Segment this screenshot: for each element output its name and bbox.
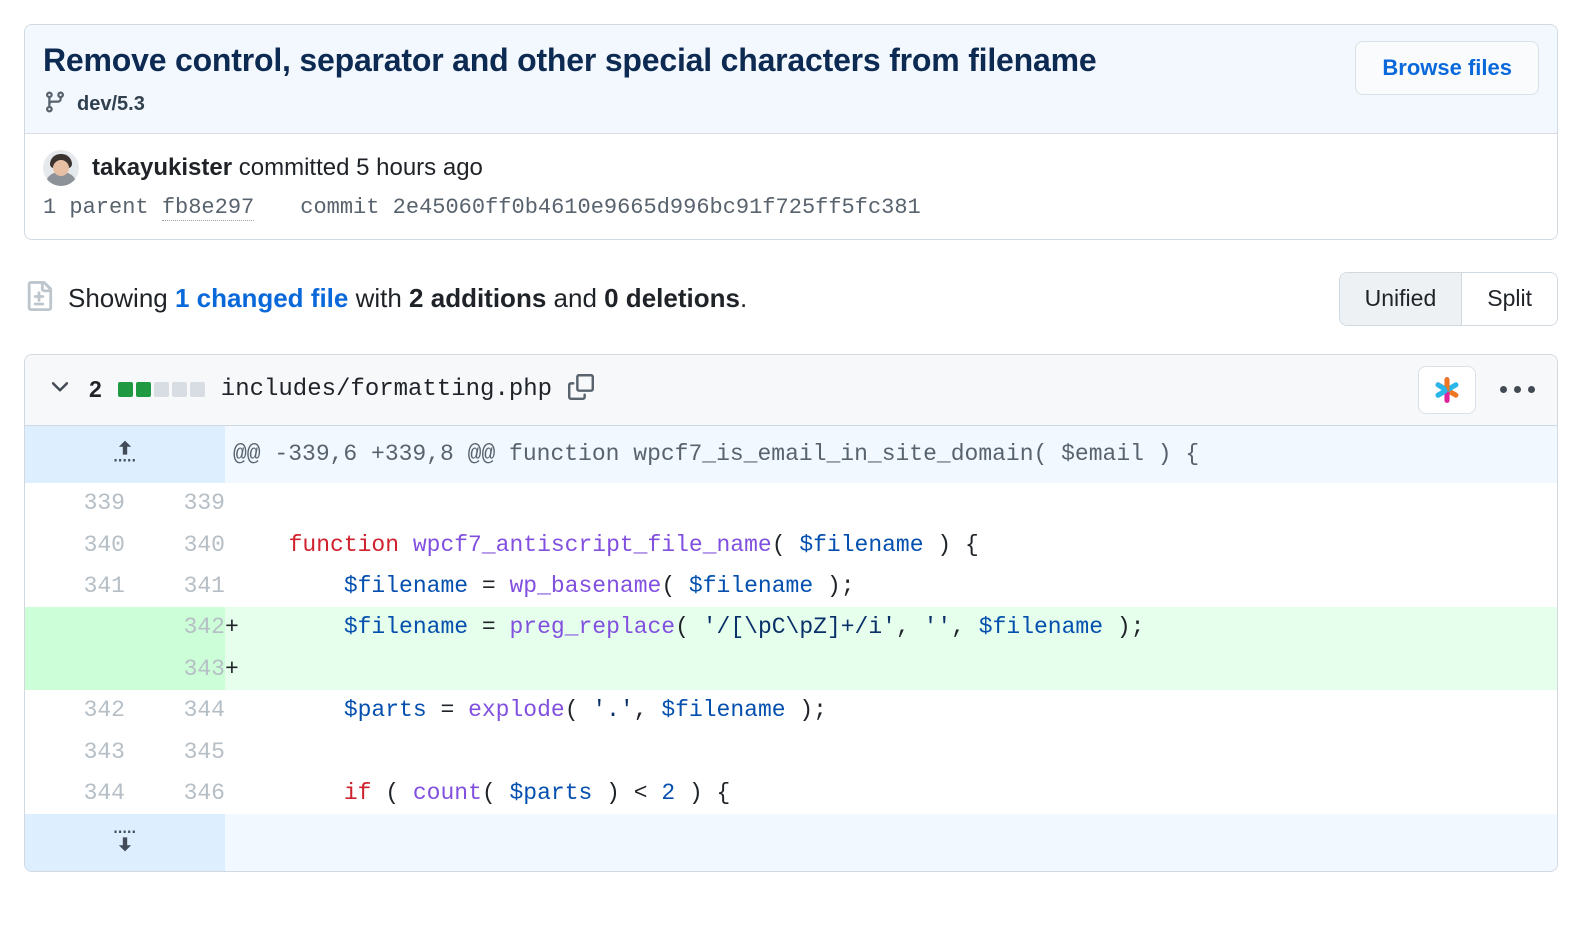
diff-view-toggle: Unified Split <box>1338 272 1558 326</box>
line-sign: + <box>225 607 261 649</box>
commit-sha[interactable]: 2e45060ff0b4610e9665d996bc91f725ff5fc381 <box>393 195 921 220</box>
line-sign <box>225 690 261 732</box>
line-number-old: 339 <box>25 483 125 525</box>
line-number-old: 340 <box>25 524 125 567</box>
line-sign <box>225 731 261 774</box>
commit-sha-group: commit 2e45060ff0b4610e9665d996bc91f725f… <box>300 195 921 220</box>
file-diff-header: 2 includes/formatting.php <box>25 354 1557 426</box>
chevron-down-icon[interactable] <box>47 374 73 405</box>
table-row: 341 341 $filename = wp_basename( $filena… <box>25 566 1557 608</box>
commit-page: Remove control, separator and other spec… <box>0 0 1582 948</box>
line-number-new: 342 <box>125 607 225 649</box>
line-sign <box>225 483 261 525</box>
table-row: 342 344 $parts = explode( '.', $filename… <box>25 690 1557 732</box>
line-sign <box>225 566 261 608</box>
table-row: 343 + <box>25 648 1557 691</box>
line-number-old: 341 <box>25 566 125 608</box>
showing-conjunction: and <box>546 283 605 314</box>
file-path[interactable]: includes/formatting.php <box>221 376 552 403</box>
copy-path-icon[interactable] <box>568 374 595 405</box>
file-diff-card: 2 includes/formatting.php @@ -339,6 +339… <box>24 353 1558 873</box>
line-number-new: 346 <box>125 773 225 815</box>
diff-stat-bar <box>117 382 205 398</box>
line-code[interactable]: function wpcf7_antiscript_file_name( $fi… <box>261 524 1557 567</box>
diff-summary-text: Showing 1 changed file with 2 additions … <box>68 283 747 314</box>
diff-body: @@ -339,6 +339,8 @@ function wpcf7_is_em… <box>25 425 1557 872</box>
expand-up-icon[interactable] <box>25 425 225 484</box>
table-row: 340 340 function wpcf7_antiscript_file_n… <box>25 524 1557 567</box>
line-code[interactable] <box>261 731 1557 774</box>
hunk-header-text: @@ -339,6 +339,8 @@ function wpcf7_is_em… <box>225 425 1557 484</box>
more-options-icon[interactable] <box>1494 380 1541 399</box>
git-branch-icon <box>43 90 67 119</box>
showing-middle: with <box>348 283 410 314</box>
expand-down-icon[interactable] <box>25 814 225 872</box>
line-code[interactable]: if ( count( $parts ) < 2 ) { <box>261 773 1557 815</box>
hunk-header-row: @@ -339,6 +339,8 @@ function wpcf7_is_em… <box>25 425 1557 484</box>
line-number-new: 341 <box>125 566 225 608</box>
line-number-old <box>25 648 125 691</box>
commit-card: Remove control, separator and other spec… <box>24 24 1558 241</box>
table-row: 339 339 <box>25 483 1557 525</box>
tab-unified[interactable]: Unified <box>1339 273 1462 325</box>
commit-meta: takayukister committed 5 hours ago 1 par… <box>25 133 1557 240</box>
copilot-sparkle-icon[interactable] <box>1418 365 1476 414</box>
line-number-new: 344 <box>125 690 225 732</box>
table-row: 344 346 if ( count( $parts ) < 2 ) { <box>25 773 1557 815</box>
line-number-new: 339 <box>125 483 225 525</box>
line-number-new: 345 <box>125 731 225 774</box>
diff-summary-bar: Showing 1 changed file with 2 additions … <box>24 272 1558 326</box>
line-number-old: 342 <box>25 690 125 732</box>
table-row: 342 + $filename = preg_replace( '/[\pC\p… <box>25 607 1557 649</box>
line-number-old <box>25 607 125 649</box>
line-number-old: 344 <box>25 773 125 815</box>
commit-title-wrap: Remove control, separator and other spec… <box>43 41 1339 119</box>
author-line: takayukister committed 5 hours ago <box>92 152 483 183</box>
author-row: takayukister committed 5 hours ago <box>43 150 1539 187</box>
parent-count-label: 1 parent <box>43 195 162 221</box>
line-number-new: 343 <box>125 648 225 691</box>
deletions-count: 0 deletions <box>604 283 740 314</box>
file-diff-header-right <box>1418 365 1541 414</box>
table-row: 343 345 <box>25 731 1557 774</box>
line-code[interactable]: $filename = preg_replace( '/[\pC\pZ]+/i'… <box>261 607 1557 649</box>
file-diff-header-left: 2 includes/formatting.php <box>47 374 595 405</box>
browse-files-button[interactable]: Browse files <box>1355 41 1539 95</box>
file-diff-icon <box>24 281 54 316</box>
line-sign: + <box>225 648 261 691</box>
parent-sha[interactable]: fb8e297 <box>161 195 255 222</box>
page-title: Remove control, separator and other spec… <box>43 42 1097 78</box>
line-sign <box>225 524 261 567</box>
branch-row: dev/5.3 <box>43 90 1339 119</box>
diff-table: @@ -339,6 +339,8 @@ function wpcf7_is_em… <box>25 425 1557 872</box>
commit-label: commit <box>300 195 393 221</box>
expand-down-row <box>25 814 1557 872</box>
showing-suffix: . <box>739 283 748 314</box>
line-code[interactable] <box>261 648 1557 691</box>
line-sign <box>225 773 261 815</box>
avatar[interactable] <box>43 150 79 187</box>
commit-time: committed 5 hours ago <box>232 154 483 182</box>
line-code[interactable]: $parts = explode( '.', $filename ); <box>261 690 1557 732</box>
hash-row: 1 parent fb8e297 commit 2e45060ff0b4610e… <box>43 195 1539 222</box>
line-code[interactable]: $filename = wp_basename( $filename ); <box>261 566 1557 608</box>
file-change-count: 2 <box>89 376 102 403</box>
author-name[interactable]: takayukister <box>92 154 232 181</box>
expand-down-spacer <box>225 814 1557 872</box>
branch-name[interactable]: dev/5.3 <box>77 93 145 116</box>
line-code[interactable] <box>261 483 1557 525</box>
commit-header: Remove control, separator and other spec… <box>25 25 1557 134</box>
line-number-new: 340 <box>125 524 225 567</box>
changed-files-link[interactable]: 1 changed file <box>175 283 348 313</box>
showing-prefix: Showing <box>68 283 175 314</box>
diff-summary-left: Showing 1 changed file with 2 additions … <box>24 281 747 316</box>
additions-count: 2 additions <box>409 283 547 314</box>
line-number-old: 343 <box>25 731 125 774</box>
tab-split[interactable]: Split <box>1461 273 1557 325</box>
